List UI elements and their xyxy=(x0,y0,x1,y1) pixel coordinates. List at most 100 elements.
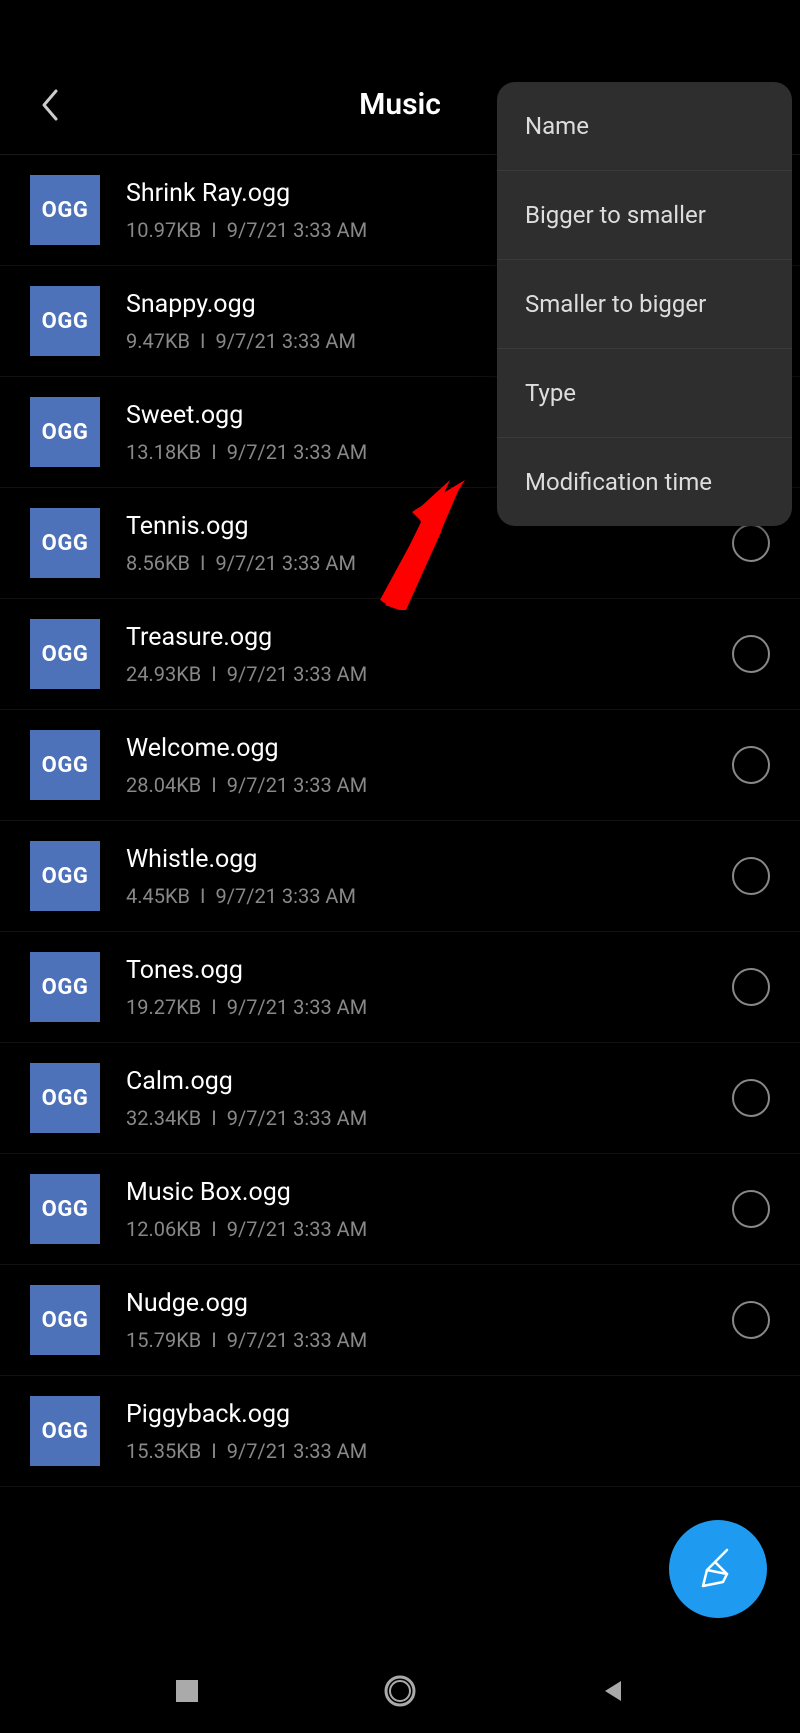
file-name: Music Box.ogg xyxy=(126,1178,732,1207)
file-type-icon: OGG xyxy=(30,1174,100,1244)
page-title: Music xyxy=(359,87,441,122)
file-size: 15.79KB xyxy=(126,1328,201,1352)
file-meta: 15.35KB I 9/7/21 3:33 AM xyxy=(126,1439,770,1463)
file-date: 9/7/21 3:33 AM xyxy=(215,329,355,353)
file-info: Whistle.ogg 4.45KB I 9/7/21 3:33 AM xyxy=(126,845,732,908)
file-row[interactable]: OGG Tones.ogg 19.27KB I 9/7/21 3:33 AM xyxy=(0,932,800,1043)
file-name: Tones.ogg xyxy=(126,956,732,985)
file-name: Treasure.ogg xyxy=(126,623,732,652)
select-radio[interactable] xyxy=(732,746,770,784)
file-size: 24.93KB xyxy=(126,662,201,686)
file-row[interactable]: OGG Music Box.ogg 12.06KBI9/7/21 3:33 AM xyxy=(0,1154,800,1265)
file-date: 9/7/21 3:33 AM xyxy=(227,995,367,1019)
file-name: Whistle.ogg xyxy=(126,845,732,874)
select-radio[interactable] xyxy=(732,635,770,673)
file-date: 9/7/21 3:33 AM xyxy=(227,662,367,686)
nav-back-button[interactable] xyxy=(593,1671,633,1711)
file-name: Piggyback.ogg xyxy=(126,1400,770,1429)
sort-option-bigger-smaller[interactable]: Bigger to smaller xyxy=(497,171,792,260)
meta-separator: I xyxy=(211,1439,216,1463)
file-size: 13.18KB xyxy=(126,440,201,464)
file-info: Calm.ogg 32.34KB I 9/7/21 3:33 AM xyxy=(126,1067,732,1130)
file-size: 32.34KB xyxy=(126,1106,201,1130)
meta-separator: I xyxy=(200,884,205,908)
meta-separator: I xyxy=(211,995,216,1019)
back-button[interactable] xyxy=(30,85,70,125)
file-info: Music Box.ogg 12.06KBI9/7/21 3:33 AM xyxy=(126,1178,732,1241)
file-meta: 12.06KBI9/7/21 3:33 AM xyxy=(126,1217,732,1241)
sort-option-modification-time[interactable]: Modification time xyxy=(497,438,792,526)
circle-icon xyxy=(383,1674,417,1708)
file-info: Tones.ogg 19.27KB I 9/7/21 3:33 AM xyxy=(126,956,732,1019)
file-size: 12.06KB xyxy=(126,1217,201,1241)
select-radio[interactable] xyxy=(732,968,770,1006)
file-meta: 28.04KBI9/7/21 3:33 AM xyxy=(126,773,732,797)
file-row[interactable]: OGGNudge.ogg15.79KBI9/7/21 3:33 AM xyxy=(0,1265,800,1376)
meta-separator: I xyxy=(211,440,216,464)
file-size: 10.97KB xyxy=(126,218,201,242)
recent-apps-button[interactable] xyxy=(167,1671,207,1711)
file-name: Nudge.ogg xyxy=(126,1289,732,1318)
file-name: Welcome.ogg xyxy=(126,734,732,763)
file-type-icon: OGG xyxy=(30,619,100,689)
file-date: 9/7/21 3:33 AM xyxy=(227,1439,367,1463)
meta-separator: I xyxy=(200,329,205,353)
file-date: 9/7/21 3:33 AM xyxy=(215,551,355,575)
meta-separator: I xyxy=(211,773,216,797)
file-type-icon: OGG xyxy=(30,286,100,356)
file-meta: 15.79KBI9/7/21 3:33 AM xyxy=(126,1328,732,1352)
file-type-icon: OGG xyxy=(30,730,100,800)
file-size: 28.04KB xyxy=(126,773,201,797)
sort-option-type[interactable]: Type xyxy=(497,349,792,438)
select-radio[interactable] xyxy=(732,1190,770,1228)
select-radio[interactable] xyxy=(732,524,770,562)
select-radio[interactable] xyxy=(732,1079,770,1117)
file-row[interactable]: OGGWelcome.ogg28.04KBI9/7/21 3:33 AM xyxy=(0,710,800,821)
select-radio[interactable] xyxy=(732,857,770,895)
meta-separator: I xyxy=(211,1328,216,1352)
file-type-icon: OGG xyxy=(30,1396,100,1466)
sort-option-name[interactable]: Name xyxy=(497,82,792,171)
file-row[interactable]: OGG Treasure.ogg 24.93KB I 9/7/21 3:33 AM xyxy=(0,599,800,710)
file-meta: 4.45KB I 9/7/21 3:33 AM xyxy=(126,884,732,908)
file-meta: 24.93KB I 9/7/21 3:33 AM xyxy=(126,662,732,686)
file-size: 15.35KB xyxy=(126,1439,201,1463)
file-size: 9.47KB xyxy=(126,329,190,353)
meta-separator: I xyxy=(211,662,216,686)
file-info: Treasure.ogg 24.93KB I 9/7/21 3:33 AM xyxy=(126,623,732,686)
file-meta: 32.34KB I 9/7/21 3:33 AM xyxy=(126,1106,732,1130)
meta-separator: I xyxy=(211,1106,216,1130)
meta-separator: I xyxy=(211,218,216,242)
home-button[interactable] xyxy=(380,1671,420,1711)
file-date: 9/7/21 3:33 AM xyxy=(215,884,355,908)
file-size: 19.27KB xyxy=(126,995,201,1019)
system-navbar xyxy=(0,1648,800,1733)
file-row[interactable]: OGG Whistle.ogg 4.45KB I 9/7/21 3:33 AM xyxy=(0,821,800,932)
file-date: 9/7/21 3:33 AM xyxy=(227,440,367,464)
file-meta: 8.56KB I 9/7/21 3:33 AM xyxy=(126,551,732,575)
file-size: 8.56KB xyxy=(126,551,190,575)
file-date: 9/7/21 3:33 AM xyxy=(227,1106,367,1130)
file-meta: 19.27KB I 9/7/21 3:33 AM xyxy=(126,995,732,1019)
file-type-icon: OGG xyxy=(30,952,100,1022)
file-type-icon: OGG xyxy=(30,1063,100,1133)
file-type-icon: OGG xyxy=(30,397,100,467)
file-row[interactable]: OGG Piggyback.ogg 15.35KB I 9/7/21 3:33 AM xyxy=(0,1376,800,1487)
file-type-icon: OGG xyxy=(30,841,100,911)
file-row[interactable]: OGG Calm.ogg 32.34KB I 9/7/21 3:33 AM xyxy=(0,1043,800,1154)
meta-separator: I xyxy=(200,551,205,575)
file-info: Nudge.ogg15.79KBI9/7/21 3:33 AM xyxy=(126,1289,732,1352)
triangle-left-icon xyxy=(599,1677,627,1705)
file-type-icon: OGG xyxy=(30,175,100,245)
file-type-icon: OGG xyxy=(30,508,100,578)
file-date: 9/7/21 3:33 AM xyxy=(227,218,367,242)
file-date: 9/7/21 3:33 AM xyxy=(227,1217,367,1241)
select-radio[interactable] xyxy=(732,1301,770,1339)
sort-popup: Name Bigger to smaller Smaller to bigger… xyxy=(497,82,792,526)
file-info: Welcome.ogg28.04KBI9/7/21 3:33 AM xyxy=(126,734,732,797)
file-name: Calm.ogg xyxy=(126,1067,732,1096)
file-size: 4.45KB xyxy=(126,884,190,908)
clean-fab-button[interactable] xyxy=(669,1520,767,1618)
broom-icon xyxy=(693,1544,743,1594)
sort-option-smaller-bigger[interactable]: Smaller to bigger xyxy=(497,260,792,349)
